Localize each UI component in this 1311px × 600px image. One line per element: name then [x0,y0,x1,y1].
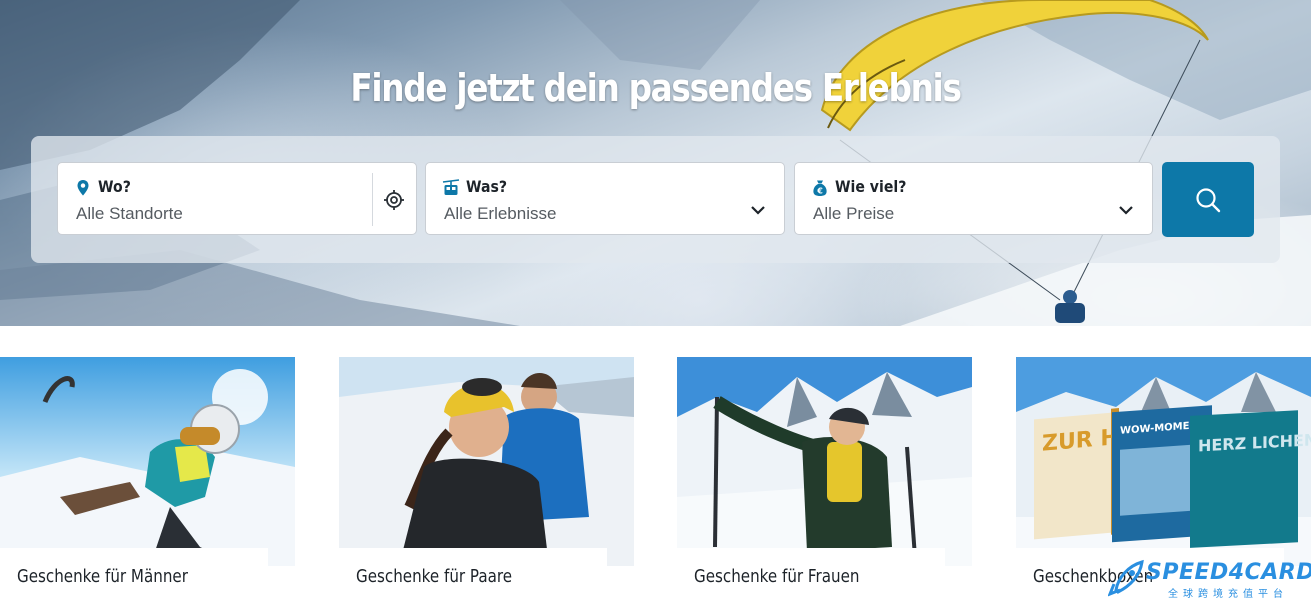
category-card-paare[interactable]: Geschenke für Paare [339,357,634,600]
chevron-down-icon[interactable] [1118,204,1134,216]
search-button[interactable] [1162,162,1254,237]
rocket-logo-icon [1108,559,1144,597]
price-value[interactable]: Alle Preise [813,204,894,224]
money-bag-icon: € [813,180,827,196]
svg-text:€: € [816,186,823,195]
card-image-woman-skier [677,357,972,566]
experience-label: Was? [466,177,508,196]
location-label: Wo? [98,177,131,196]
price-field[interactable]: € Wie viel? Alle Preise [794,162,1153,235]
search-icon [1196,187,1221,212]
card-caption[interactable]: Geschenke für Männer [17,566,188,587]
category-card-frauen[interactable]: Geschenke für Frauen [677,357,972,600]
crosshair-icon [384,189,404,210]
locate-me-button[interactable] [372,173,415,226]
card-image-couple-hiking [339,357,634,566]
chevron-down-icon[interactable] [750,204,766,216]
card-image-gift-boxes: ZUR HOCH ZEIT WOW-MOMENTE HERZ LICHEN GL… [1016,357,1311,566]
hero-title: Finde jetzt dein passendes Erlebnis [350,66,962,110]
price-label: Wie viel? [835,177,907,196]
card-caption-box: Geschenke für Paare [339,548,607,600]
watermark-brand: SPEED4CARD [1146,560,1311,585]
card-image-kitesurfer [0,357,295,566]
experience-field[interactable]: Was? Alle Erlebnisse [425,162,785,235]
map-pin-icon [77,180,89,196]
gondola-icon [442,179,460,195]
card-caption[interactable]: Geschenke für Paare [356,566,512,587]
card-caption-box: Geschenke für Frauen [677,548,945,600]
card-caption-box: Geschenke für Männer [0,548,268,600]
location-field[interactable]: Wo? Alle Standorte [57,162,417,235]
category-card-maenner[interactable]: Geschenke für Männer [0,357,295,600]
speed4card-watermark: SPEED4CARD 全球跨境充值平台 [1108,558,1311,600]
watermark-subtitle: 全球跨境充值平台 [1168,589,1288,600]
location-value[interactable]: Alle Standorte [76,204,183,224]
card-caption[interactable]: Geschenke für Frauen [694,566,859,587]
experience-value[interactable]: Alle Erlebnisse [444,204,556,224]
